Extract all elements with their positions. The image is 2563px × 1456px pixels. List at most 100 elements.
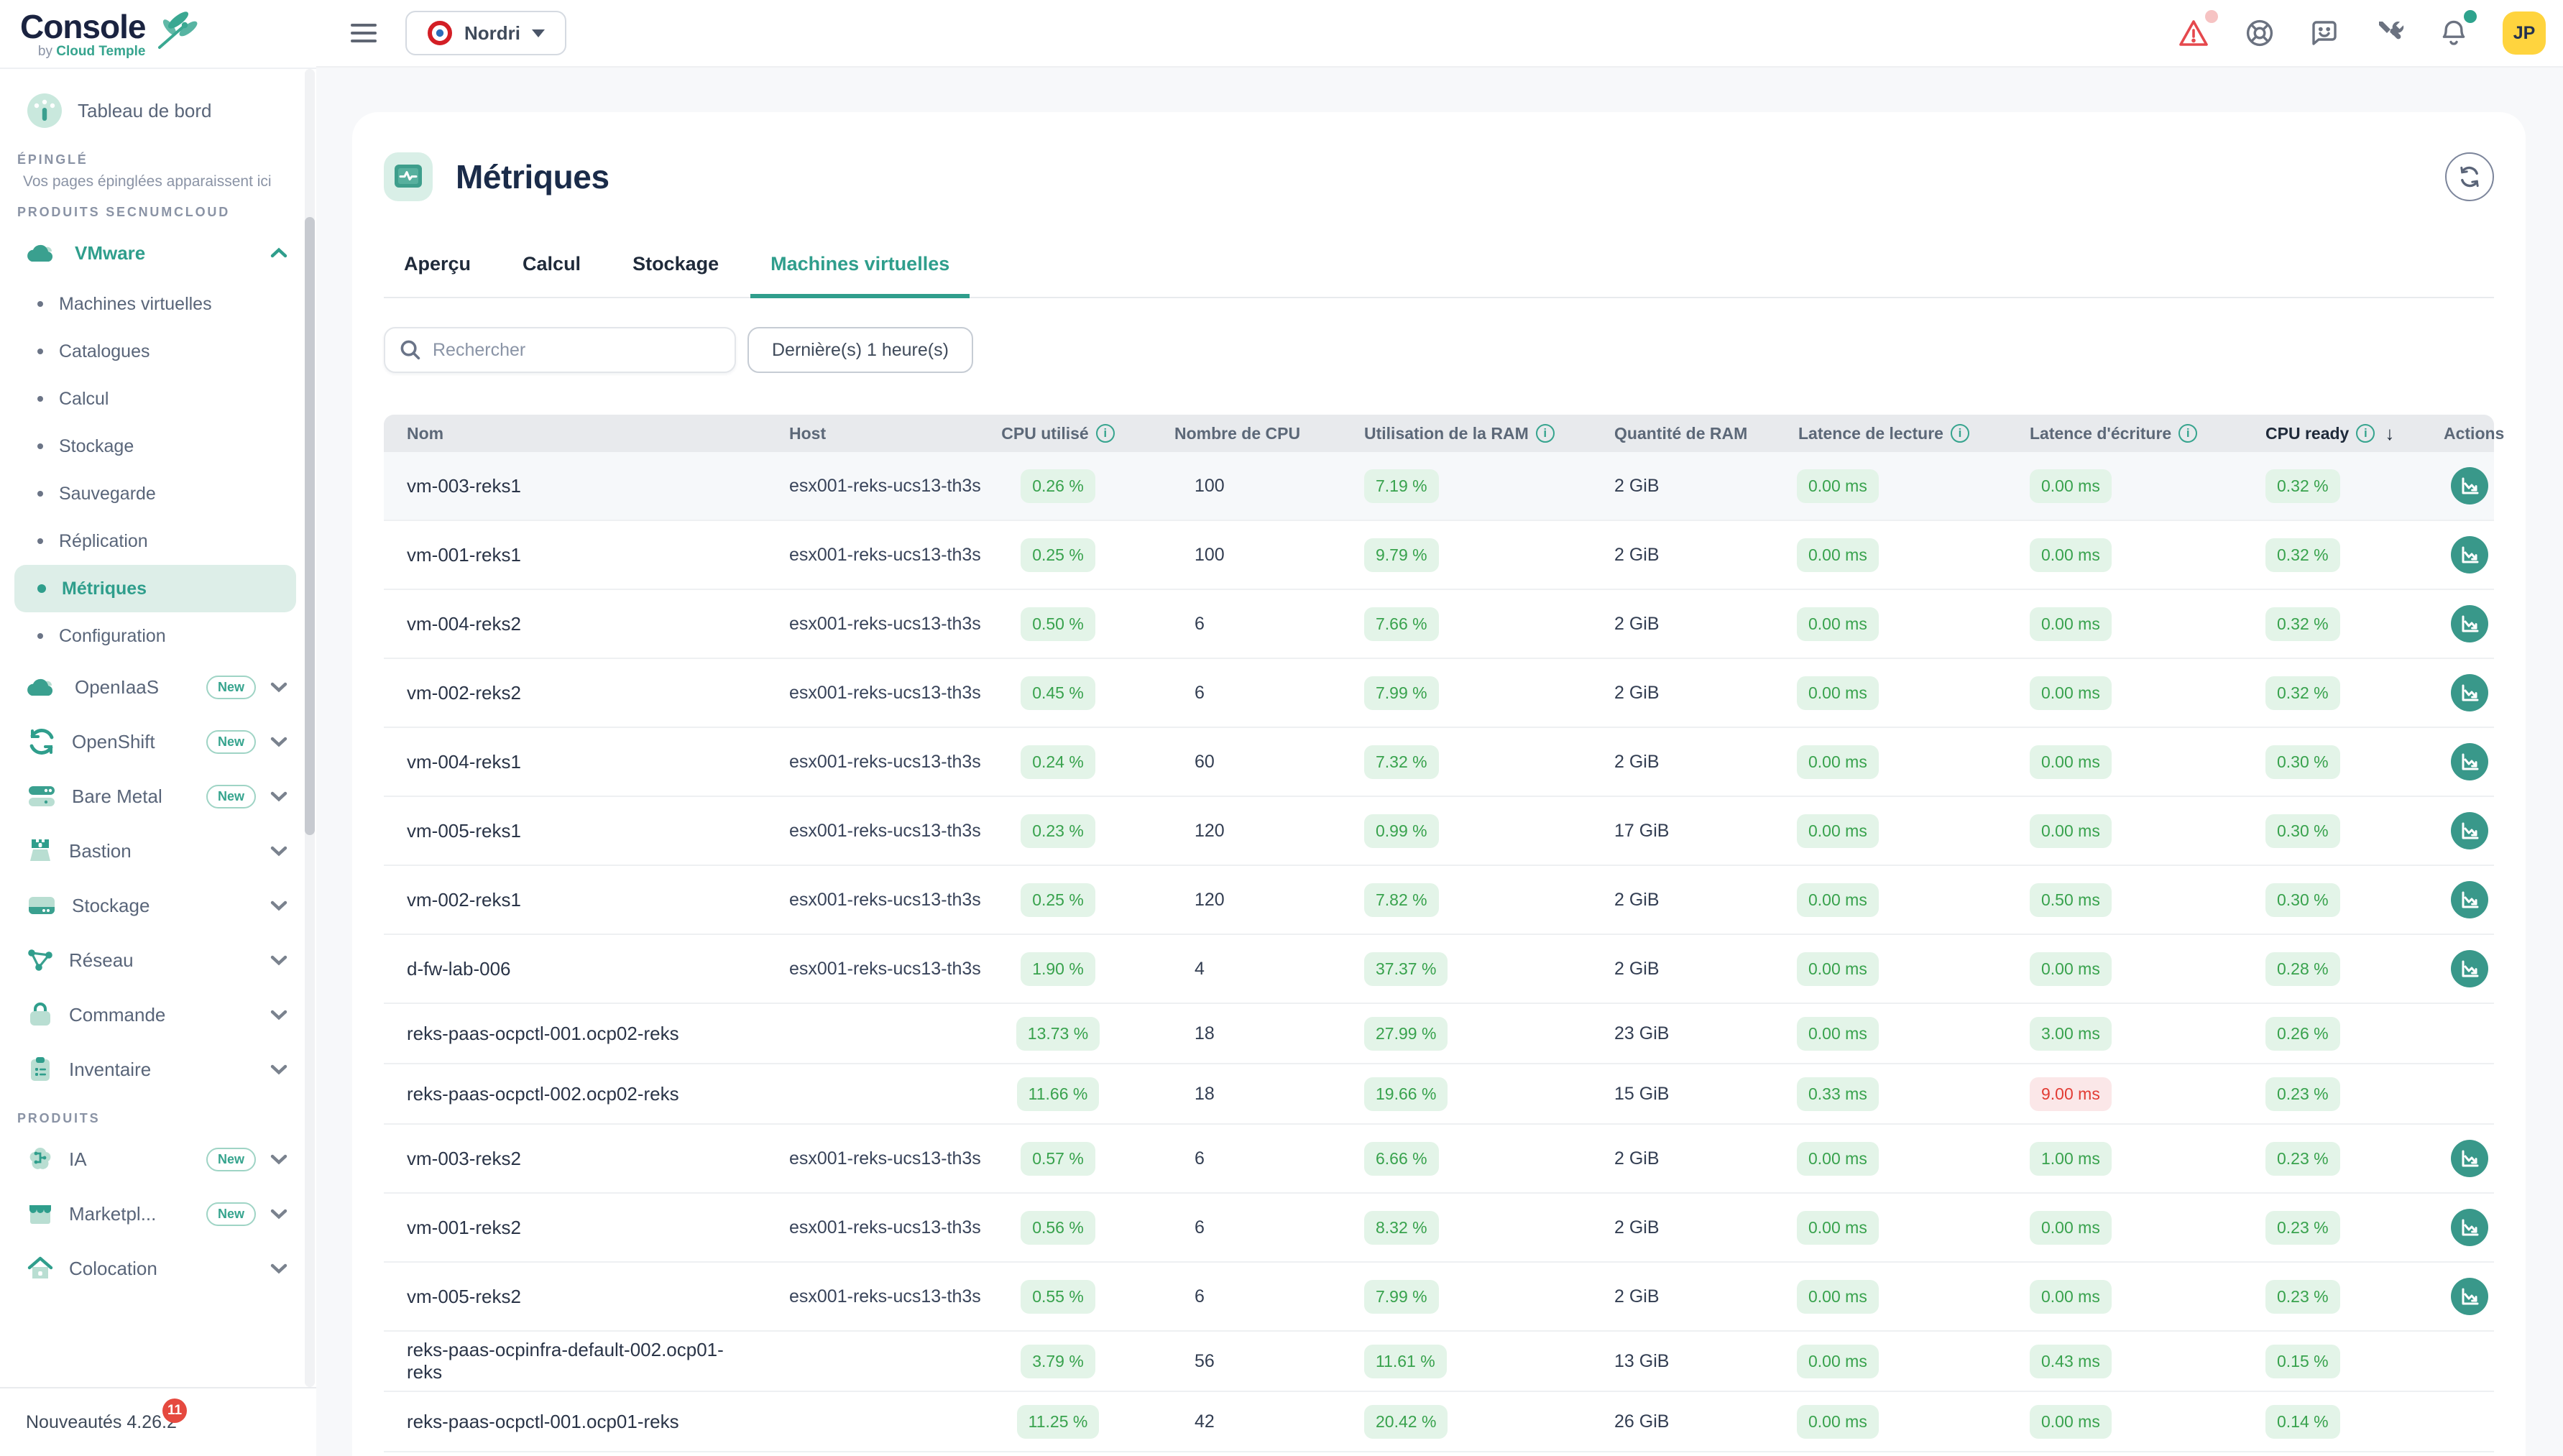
ram-used-badge: 8.32 % (1364, 1211, 1439, 1245)
sidebar-item-colocation[interactable]: Colocation (14, 1241, 296, 1296)
open-chart-button[interactable] (2451, 743, 2488, 780)
open-chart-button[interactable] (2451, 1140, 2488, 1177)
open-chart-button[interactable] (2451, 1209, 2488, 1246)
column-header-nom[interactable]: Nom (384, 424, 742, 443)
sidebar-item-commande[interactable]: Commande (14, 987, 296, 1042)
open-chart-button[interactable] (2451, 1278, 2488, 1315)
sidebar-item-calcul[interactable]: Calcul (14, 375, 296, 423)
ram-used-badge: 7.66 % (1364, 607, 1439, 641)
search-box[interactable] (384, 327, 736, 373)
column-header-quantite-ram[interactable]: Quantité de RAM (1568, 424, 1770, 443)
ram-qty: 2 GiB (1568, 545, 1770, 566)
sidebar-item-machines-virtuelles[interactable]: Machines virtuelles (14, 280, 296, 328)
column-header-latence-ecriture[interactable]: Latence d'écriturei (2000, 424, 2222, 443)
table-row[interactable]: vm-002-reks2 esx001-reks-ucs13-th3s 0.45… (384, 659, 2494, 728)
column-header-latence-lecture[interactable]: Latence de lecturei (1770, 424, 2000, 443)
refresh-button[interactable] (2445, 152, 2494, 201)
info-icon[interactable]: i (1951, 424, 1969, 443)
info-icon[interactable]: i (1536, 424, 1555, 443)
bullet-icon (37, 396, 43, 402)
open-chart-button[interactable] (2451, 950, 2488, 987)
column-header-nombre-cpu[interactable]: Nombre de CPU (1123, 424, 1324, 443)
table-row[interactable]: vm-001-reks2 esx001-reks-ucs13-th3s 0.56… (384, 1194, 2494, 1263)
info-icon[interactable]: i (2178, 424, 2197, 443)
table-row[interactable]: vm-004-reks1 esx001-reks-ucs13-th3s 0.24… (384, 728, 2494, 797)
sidebar-item-label: Tableau de bord (78, 100, 287, 122)
column-header-cpu-ready[interactable]: CPU readyi↓ (2222, 423, 2388, 445)
sidebar-item-stockage-vmware[interactable]: Stockage (14, 423, 296, 470)
table-row[interactable]: reks-paas-ocpctl-001.ocp01-reks 11.25 % … (384, 1392, 2494, 1452)
vm-host: esx001-reks-ucs13-th3s (742, 1286, 993, 1307)
tenant-selector[interactable]: Nordri (405, 11, 566, 55)
tab-calcul[interactable]: Calcul (502, 239, 601, 298)
tab-apercu[interactable]: Aperçu (384, 239, 491, 298)
open-chart-button[interactable] (2451, 605, 2488, 642)
write-latency-badge: 0.00 ms (2030, 469, 2112, 503)
table-row[interactable]: vm-004-reks2 esx001-reks-ucs13-th3s 0.50… (384, 590, 2494, 659)
open-chart-button[interactable] (2451, 674, 2488, 711)
read-latency-badge: 0.00 ms (1797, 1280, 1879, 1314)
alerts-button[interactable] (2176, 17, 2211, 49)
column-header-utilisation-ram[interactable]: Utilisation de la RAMi (1324, 424, 1568, 443)
sidebar-item-vmware[interactable]: VMware (14, 226, 296, 280)
table-row[interactable]: reks-paas-ocpctl-001.ocp02-reks 13.73 % … (384, 1004, 2494, 1064)
sidebar-item-openiaas[interactable]: OpenIaaS New (14, 660, 296, 714)
open-chart-button[interactable] (2451, 467, 2488, 504)
table-row[interactable]: reks-paas-ocpctl-002.ocp02-reks 11.66 % … (384, 1064, 2494, 1125)
feedback-button[interactable] (2309, 17, 2340, 49)
sidebar-item-openshift[interactable]: OpenShift New (14, 714, 296, 769)
sidebar-item-replication[interactable]: Réplication (14, 517, 296, 565)
sidebar-item-catalogues[interactable]: Catalogues (14, 328, 296, 375)
logo[interactable]: Console by Cloud Temple (0, 0, 316, 68)
open-chart-button[interactable] (2451, 812, 2488, 849)
table-row[interactable]: vm-005-reks1 esx001-reks-ucs13-th3s 0.23… (384, 797, 2494, 866)
products-section-header: PRODUITS (17, 1111, 296, 1126)
sidebar-scrollbar-thumb[interactable] (305, 217, 315, 835)
table-row[interactable]: vm-002-reks1 esx001-reks-ucs13-th3s 0.25… (384, 866, 2494, 935)
sidebar-scrollbar[interactable] (305, 69, 315, 1387)
release-notes-link[interactable]: Nouveautés 4.26.2 (26, 1412, 177, 1433)
bullet-icon (37, 491, 43, 497)
sidebar-item-marketplace[interactable]: Marketpl... New (14, 1187, 296, 1241)
sidebar-item-stockage[interactable]: Stockage (14, 878, 296, 933)
search-input[interactable] (433, 340, 720, 361)
sidebar-item-dashboard[interactable]: Tableau de bord (14, 83, 296, 138)
table-row[interactable]: d-fw-lab-006 esx001-reks-ucs13-th3s 1.90… (384, 935, 2494, 1004)
time-range-button[interactable]: Dernière(s) 1 heure(s) (747, 327, 973, 373)
table-row[interactable]: vm-001-reks1 esx001-reks-ucs13-th3s 0.25… (384, 521, 2494, 590)
sidebar-item-bare-metal[interactable]: Bare Metal New (14, 769, 296, 824)
table-row[interactable]: vm-003-reks1 esx001-reks-ucs13-th3s 0.26… (384, 452, 2494, 521)
notifications-button[interactable] (2438, 17, 2470, 49)
info-icon[interactable]: i (2356, 424, 2375, 443)
open-chart-button[interactable] (2451, 536, 2488, 573)
table-row[interactable]: vm-003-reks2 esx001-reks-ucs13-th3s 0.57… (384, 1125, 2494, 1194)
support-button[interactable] (2244, 17, 2276, 49)
cpu-used-badge: 0.55 % (1021, 1280, 1095, 1314)
sidebar-item-sauvegarde[interactable]: Sauvegarde (14, 470, 296, 517)
column-header-host[interactable]: Host (742, 424, 993, 443)
sidebar-item-metriques[interactable]: Métriques (14, 565, 296, 612)
sidebar-footer[interactable]: Nouveautés 4.26.2 11 (0, 1387, 316, 1456)
cpu-ready-badge: 0.23 % (2265, 1142, 2340, 1176)
info-icon[interactable]: i (1096, 424, 1115, 443)
tab-stockage[interactable]: Stockage (612, 239, 739, 298)
tools-button[interactable] (2373, 17, 2405, 49)
sidebar-item-bastion[interactable]: Bastion (14, 824, 296, 878)
bag-icon (26, 1000, 55, 1029)
sidebar-item-ia[interactable]: IA New (14, 1132, 296, 1187)
pinned-hint: Vos pages épinglées apparaissent ici (23, 173, 296, 190)
sidebar-item-configuration[interactable]: Configuration (14, 612, 296, 660)
column-header-cpu-utilise[interactable]: CPU utiliséi (993, 424, 1123, 443)
tab-machines-virtuelles[interactable]: Machines virtuelles (750, 239, 970, 298)
new-badge: New (206, 1202, 256, 1226)
sidebar-item-reseau[interactable]: Réseau (14, 933, 296, 987)
table-row[interactable]: vm-005-reks2 esx001-reks-ucs13-th3s 0.55… (384, 1263, 2494, 1332)
open-chart-button[interactable] (2451, 881, 2488, 918)
cpu-used-badge: 0.25 % (1021, 538, 1095, 572)
hamburger-menu-icon[interactable] (351, 24, 377, 42)
roundel-icon (427, 20, 453, 46)
user-avatar[interactable]: JP (2503, 11, 2546, 55)
write-latency-badge: 0.50 ms (2030, 883, 2112, 917)
sidebar-item-inventaire[interactable]: Inventaire (14, 1042, 296, 1097)
table-row[interactable]: reks-paas-ocpinfra-default-002.ocp01-rek… (384, 1332, 2494, 1392)
